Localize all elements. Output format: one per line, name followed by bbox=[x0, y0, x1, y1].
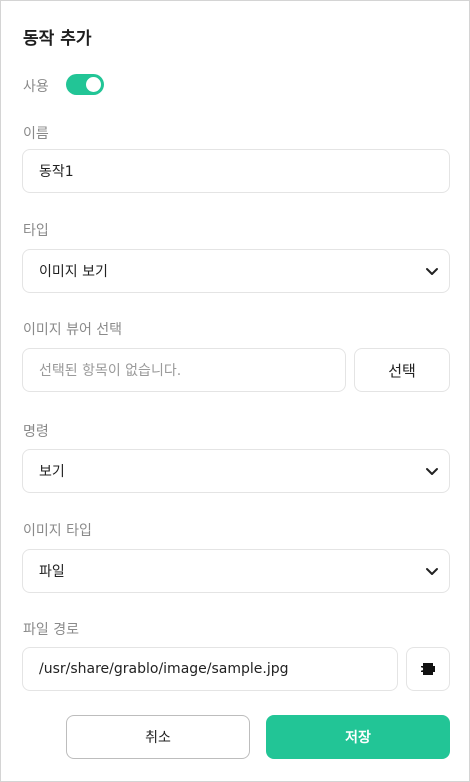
file-path-label: 파일 경로 bbox=[23, 622, 79, 638]
chevron-down-icon bbox=[426, 468, 438, 475]
type-select[interactable]: 이미지 보기 bbox=[22, 249, 450, 293]
image-type-label: 이미지 타입 bbox=[23, 523, 92, 539]
command-select[interactable]: 보기 bbox=[22, 449, 450, 493]
viewer-field[interactable]: 선택된 항목이 없습니다. bbox=[22, 348, 346, 392]
name-input[interactable]: 동작1 bbox=[22, 149, 450, 193]
viewer-select-button[interactable]: 선택 bbox=[354, 348, 450, 392]
save-button[interactable]: 저장 bbox=[266, 715, 450, 759]
name-label: 이름 bbox=[23, 126, 49, 142]
image-type-value: 파일 bbox=[39, 564, 65, 580]
type-label: 타입 bbox=[23, 223, 49, 239]
type-value: 이미지 보기 bbox=[39, 264, 108, 280]
viewer-placeholder: 선택된 항목이 없습니다. bbox=[39, 363, 182, 379]
toggle-knob bbox=[86, 77, 101, 92]
dialog-title: 동작 추가 bbox=[23, 29, 92, 49]
chevron-down-icon bbox=[426, 268, 438, 275]
cancel-button[interactable]: 취소 bbox=[66, 715, 250, 759]
puzzle-piece-icon bbox=[420, 663, 435, 675]
image-type-select[interactable]: 파일 bbox=[22, 549, 450, 593]
add-action-dialog: 동작 추가 사용 이름 동작1 타입 이미지 보기 이미지 뷰어 선택 선택된 … bbox=[0, 0, 470, 782]
enabled-toggle[interactable] bbox=[66, 74, 104, 95]
file-browse-button[interactable] bbox=[406, 647, 450, 691]
file-path-value: /usr/share/grablo/image/sample.jpg bbox=[39, 661, 289, 677]
enabled-label: 사용 bbox=[23, 79, 49, 95]
file-path-input[interactable]: /usr/share/grablo/image/sample.jpg bbox=[22, 647, 398, 691]
name-value: 동작1 bbox=[39, 164, 74, 180]
chevron-down-icon bbox=[426, 568, 438, 575]
command-value: 보기 bbox=[39, 464, 65, 480]
command-label: 명령 bbox=[23, 424, 49, 440]
viewer-label: 이미지 뷰어 선택 bbox=[23, 322, 123, 338]
